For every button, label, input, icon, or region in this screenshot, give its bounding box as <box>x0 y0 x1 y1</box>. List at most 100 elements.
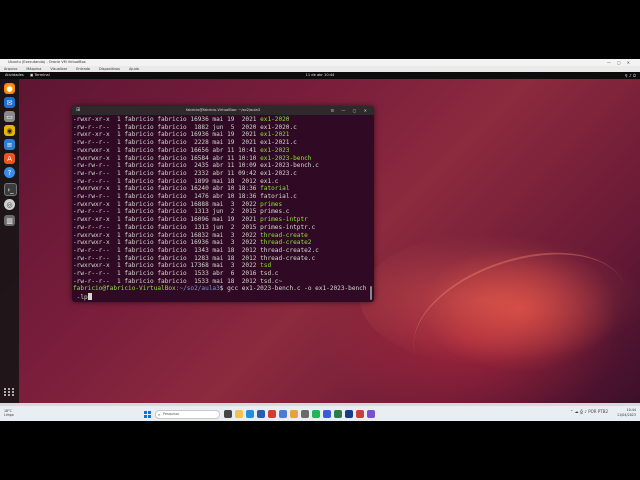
office-icon[interactable] <box>268 410 276 418</box>
file-details: 1 fabricio fabricio 17368 mai 3 2022 <box>109 262 261 270</box>
file-permissions: -rw-r--r-- <box>73 270 110 278</box>
tray-icons[interactable]: ⌃ ☁ ⎙ ♪ POR PTB2 <box>570 409 608 414</box>
system-tray-icons[interactable]: ⚲ ♪ ⏻ <box>625 72 636 79</box>
taskbar-search[interactable]: ⌕ Pesquisar <box>155 409 220 419</box>
file-name: tsd.c~ <box>260 277 283 285</box>
file-name: ex1.c <box>260 177 279 185</box>
file-name: primes-intptr.c <box>260 223 316 231</box>
file-details: 1 fabricio fabricio 2228 mai 19 2021 <box>109 139 261 147</box>
chrome-icon[interactable] <box>290 410 298 418</box>
trash-icon[interactable]: ▥ <box>4 215 15 226</box>
file-details: 1 fabricio fabricio 1313 jun 2 2015 <box>109 208 261 216</box>
terminal-line: -rwxrwxr-x 1 fabricio fabricio 16832 mai… <box>73 232 373 240</box>
menu-dispositivos[interactable]: Dispositivos <box>99 67 120 71</box>
app-icon[interactable] <box>301 410 309 418</box>
store-icon[interactable] <box>257 410 265 418</box>
virtualbox-title-bar: Ubuntu (Executando) - Oracle VM VirtualB… <box>0 59 640 66</box>
file-details: 1 fabricio fabricio 1476 abr 10 18:36 <box>109 193 261 201</box>
start-icon[interactable] <box>144 410 151 418</box>
rhythmbox-icon[interactable]: ◉ <box>4 125 15 136</box>
file-name: ex1-2023-bench.c <box>260 162 319 170</box>
file-permissions: -rwxr-xr-x <box>73 131 110 139</box>
weather-widget[interactable]: 18°C Limpo <box>4 409 14 417</box>
file-permissions: -rw-r--r-- <box>73 208 110 216</box>
clock[interactable]: 11 de abr 10:44 <box>0 72 640 79</box>
app-icon[interactable] <box>334 410 342 418</box>
file-permissions: -rw-r--r-- <box>73 254 110 262</box>
disc-icon[interactable]: ◎ <box>4 199 15 210</box>
file-name: ex1-2021 <box>260 131 290 139</box>
file-name: fatorial <box>260 185 290 193</box>
terminal-line: -rwxr-xr-x 1 fabricio fabricio 16936 mai… <box>73 116 373 124</box>
terminal-line: -rwxr-xr-x 1 fabricio fabricio 16936 mai… <box>73 131 373 139</box>
file-details: 1 fabricio fabricio 16584 abr 11 10:10 <box>109 154 261 162</box>
virtualbox-icon[interactable] <box>345 410 353 418</box>
terminal-line: -rw-rw-r-- 1 fabricio fabricio 1476 abr … <box>73 193 373 201</box>
explorer-icon[interactable] <box>235 410 243 418</box>
file-permissions: -rwxrwxr-x <box>73 200 110 208</box>
terminal-icon[interactable]: ›_ <box>4 183 17 196</box>
file-name: primes-intptr <box>260 216 308 224</box>
firefox-icon[interactable]: ● <box>4 83 15 94</box>
terminal-header: ⊞ fabricio@fabricio-VirtualBox: ~/so2/au… <box>72 106 374 115</box>
window-controls[interactable]: —▢✕ <box>607 59 636 66</box>
terminal-line: -rwxrwxr-x 1 fabricio fabricio 16240 abr… <box>73 185 373 193</box>
terminal-line: -rw-r--r-- 1 fabricio fabricio 1899 mai … <box>73 178 373 186</box>
menu-maquina[interactable]: Máquina <box>26 67 41 71</box>
terminal-line: -rwxrwxr-x 1 fabricio fabricio 16656 abr… <box>73 147 373 155</box>
menu-visualizar[interactable]: Visualizar <box>50 67 67 71</box>
edge-icon[interactable] <box>246 410 254 418</box>
new-tab-icon[interactable]: ⊞ <box>76 106 80 115</box>
file-details: 1 fabricio fabricio 16936 mai 3 2022 <box>109 239 261 247</box>
file-permissions: -rw-r--r-- <box>73 177 110 185</box>
thunderbird-icon[interactable]: ✉ <box>4 97 15 108</box>
show-apps-icon[interactable] <box>4 386 15 397</box>
file-permissions: -rwxr-xr-x <box>73 216 110 224</box>
terminal-line: -rwxrwxr-x 1 fabricio fabricio 17368 mai… <box>73 262 373 270</box>
files-icon[interactable]: ▭ <box>4 111 15 122</box>
file-permissions: -rw-r--r-- <box>73 277 110 285</box>
file-details: 1 fabricio fabricio 16240 abr 10 18:36 <box>109 185 261 193</box>
app-icon[interactable] <box>367 410 375 418</box>
help-icon[interactable]: ? <box>4 167 15 178</box>
file-details: 1 fabricio fabricio 1283 mai 18 2012 <box>109 254 261 262</box>
file-name: thread-create <box>260 231 308 239</box>
menu-entrada[interactable]: Entrada <box>76 67 90 71</box>
file-name: primes <box>260 200 283 208</box>
terminal-scrollbar[interactable] <box>370 286 372 300</box>
terminal-line: -rw-rw-r-- 1 fabricio fabricio 2332 abr … <box>73 170 373 178</box>
file-name: tsd.c <box>260 270 279 278</box>
spotify-icon[interactable] <box>312 410 320 418</box>
writer-icon[interactable]: ≡ <box>4 139 15 150</box>
teams-icon[interactable] <box>323 410 331 418</box>
terminal-window[interactable]: ⊞ fabricio@fabricio-VirtualBox: ~/so2/au… <box>72 106 374 302</box>
file-name: ex1-2021.c <box>260 139 297 147</box>
task-view-icon[interactable] <box>224 410 232 418</box>
software-icon[interactable]: A <box>4 153 15 164</box>
host-key-label: Right Control <box>616 398 636 402</box>
command-continuation: -lp <box>73 293 373 302</box>
terminal-output[interactable]: -rwxr-xr-x 1 fabricio fabricio 16936 mai… <box>73 116 373 302</box>
file-details: 1 fabricio fabricio 1343 mai 18 2012 <box>109 246 261 254</box>
file-name: ex1-2023.c <box>260 169 297 177</box>
system-tray[interactable]: ⌃ ☁ ⎙ ♪ POR PTB2 10:44 11/04/2023 <box>570 408 636 418</box>
terminal-line: -rw-r--r-- 1 fabricio fabricio 1283 mai … <box>73 255 373 263</box>
tray-date: 11/04/2023 <box>616 413 636 417</box>
windows-taskbar: 18°C Limpo ⌕ Pesquisar ⌃ ☁ ⎙ ♪ POR PTB2 … <box>0 405 640 421</box>
file-details: 1 fabricio fabricio 1533 abr 6 2016 <box>109 270 261 278</box>
mail-icon[interactable] <box>279 410 287 418</box>
file-permissions: -rwxr-xr-x <box>73 116 110 123</box>
file-details: 1 fabricio fabricio 16936 mai 19 2021 <box>109 116 261 123</box>
file-name: thread-create.c <box>260 254 316 262</box>
app-icon[interactable] <box>356 410 364 418</box>
file-details: 1 fabricio fabricio 16656 abr 11 10:41 <box>109 146 261 154</box>
terminal-window-controls[interactable]: ☰ — ▢ ✕ <box>330 106 370 115</box>
file-permissions: -rw-r--r-- <box>73 123 110 131</box>
menu-arquivo[interactable]: Arquivo <box>4 67 17 71</box>
file-permissions: -rwxrwxr-x <box>73 154 110 162</box>
file-permissions: -rwxrwxr-x <box>73 239 110 247</box>
menu-ajuda[interactable]: Ajuda <box>129 67 139 71</box>
file-name: ex1-2020 <box>260 116 290 123</box>
file-permissions: -rw-rw-r-- <box>73 193 110 201</box>
ubuntu-dock: ● ✉ ▭ ◉ ≡ A ? ›_ ◎ ▥ <box>0 79 19 405</box>
